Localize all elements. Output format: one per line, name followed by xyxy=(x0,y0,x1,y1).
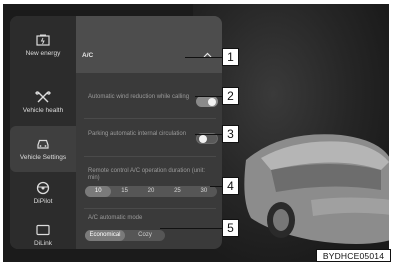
duration-option-25[interactable]: 25 xyxy=(164,186,190,197)
sidebar-label-dilink: DiLink xyxy=(33,240,53,247)
ac-title: A/C xyxy=(82,52,94,59)
callout-5: 5 xyxy=(222,219,239,237)
sidebar-item-dipilot[interactable]: DiPilot xyxy=(10,170,76,216)
settings-panel: New energy Vehicle health Vehicle Settin… xyxy=(10,16,222,249)
duration-option-10[interactable]: 10 xyxy=(85,186,112,197)
wind-reduction-label: Automatic wind reduction while calling xyxy=(88,94,190,100)
internal-circulation-label: Parking automatic internal circulation xyxy=(88,131,187,137)
ac-section-header[interactable]: A/C xyxy=(76,16,222,73)
sidebar-label-vehicle-health: Vehicle health xyxy=(22,107,64,114)
duration-option-30[interactable]: 30 xyxy=(191,186,217,197)
infotainment-screen: New energy Vehicle health Vehicle Settin… xyxy=(3,4,389,262)
duration-option-15[interactable]: 15 xyxy=(111,186,137,197)
sidebar-item-dilink[interactable]: DiLink xyxy=(10,212,76,249)
figure-frame: New energy Vehicle health Vehicle Settin… xyxy=(0,0,393,268)
callout-2: 2 xyxy=(222,87,239,105)
sidebar-item-new-energy[interactable]: New energy xyxy=(10,22,76,68)
sidebar-label-dipilot: DiPilot xyxy=(33,198,53,205)
mode-selector: Economical Cozy xyxy=(85,230,165,241)
figure-code: BYDHCE05014 xyxy=(316,249,391,262)
wrench-icon xyxy=(35,91,51,103)
toggle-knob xyxy=(208,97,216,106)
duration-option-20[interactable]: 20 xyxy=(138,186,164,197)
divider xyxy=(84,156,216,157)
callout-leader-line xyxy=(195,134,223,135)
steering-wheel-icon xyxy=(36,181,50,195)
callout-4: 4 xyxy=(222,177,239,195)
car-front-icon xyxy=(37,139,49,149)
settings-sidebar: New energy Vehicle health Vehicle Settin… xyxy=(10,16,76,249)
callout-leader-line xyxy=(185,57,223,58)
sidebar-item-vehicle-health[interactable]: Vehicle health xyxy=(10,79,76,125)
sidebar-label-vehicle-settings: Vehicle Settings xyxy=(19,154,67,161)
mode-option-cozy[interactable]: Cozy xyxy=(125,230,165,241)
sidebar-label-new-energy: New energy xyxy=(25,50,61,57)
mode-option-economical[interactable]: Economical xyxy=(85,230,125,241)
screen-icon xyxy=(36,224,50,236)
callout-3: 3 xyxy=(222,125,239,143)
ac-settings-content: A/C Automatic wind reduction while calli… xyxy=(76,16,222,249)
duration-selector: 10 15 20 25 30 xyxy=(85,186,217,197)
callout-leader-line xyxy=(195,96,223,97)
wind-reduction-toggle[interactable] xyxy=(196,96,218,107)
car-image xyxy=(244,134,389,244)
sidebar-item-vehicle-settings[interactable]: Vehicle Settings xyxy=(10,126,76,172)
mode-label: A/C automatic mode xyxy=(88,215,143,221)
divider xyxy=(84,208,216,209)
duration-label: Remote control A/C operation duration (u… xyxy=(88,168,206,181)
callout-leader-line xyxy=(160,228,223,229)
battery-icon xyxy=(36,34,50,46)
toggle-knob xyxy=(198,134,207,143)
callout-1: 1 xyxy=(222,48,239,66)
divider xyxy=(84,118,216,119)
